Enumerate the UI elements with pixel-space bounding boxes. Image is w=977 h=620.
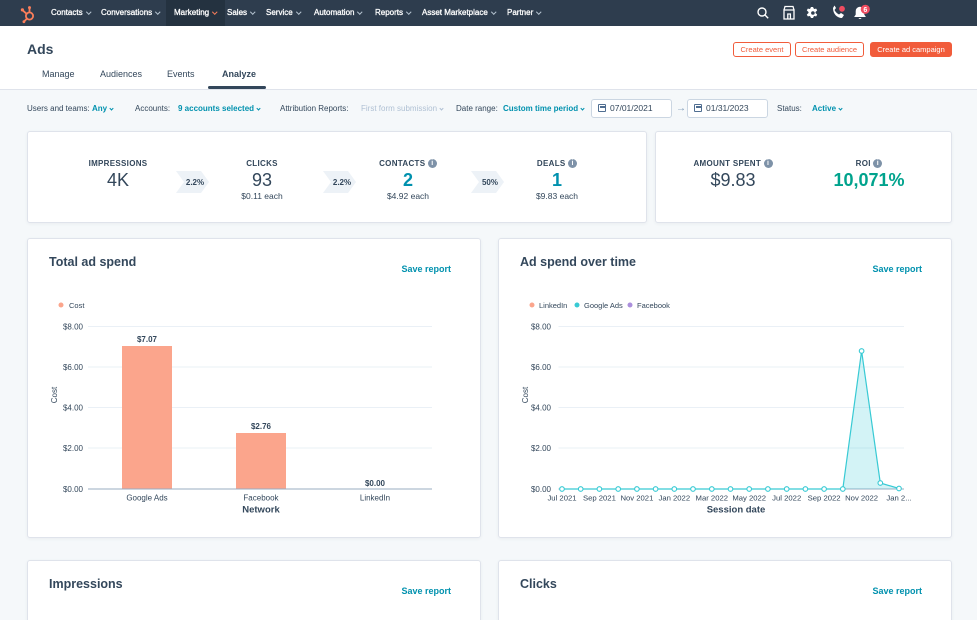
svg-text:$6.00: $6.00 [531, 363, 552, 372]
svg-text:LinkedIn: LinkedIn [539, 301, 567, 310]
svg-text:$2.00: $2.00 [531, 444, 552, 453]
svg-text:$8.00: $8.00 [531, 323, 552, 332]
svg-text:6: 6 [863, 7, 867, 14]
svg-text:$0.00: $0.00 [365, 479, 386, 488]
svg-text:Jul 2021: Jul 2021 [547, 494, 576, 503]
svg-text:Session date: Session date [707, 505, 766, 516]
svg-text:May 2022: May 2022 [732, 494, 766, 503]
svg-text:Cost: Cost [69, 301, 85, 310]
svg-text:Jan 2022: Jan 2022 [658, 494, 690, 503]
svg-text:$7.07: $7.07 [137, 335, 158, 344]
svg-text:Mar 2022: Mar 2022 [696, 494, 728, 503]
svg-text:$2.00: $2.00 [63, 444, 84, 453]
svg-text:$0.00: $0.00 [63, 485, 84, 494]
svg-text:LinkedIn: LinkedIn [360, 494, 390, 503]
svg-text:Google Ads: Google Ads [584, 301, 623, 310]
svg-text:$2.76: $2.76 [251, 422, 272, 431]
svg-text:Jan 2...: Jan 2... [886, 494, 911, 503]
svg-text:$4.00: $4.00 [63, 404, 84, 413]
svg-text:Cost: Cost [521, 386, 530, 403]
svg-text:Facebook: Facebook [243, 494, 279, 503]
svg-text:$6.00: $6.00 [63, 363, 84, 372]
svg-text:Sep 2021: Sep 2021 [583, 494, 616, 503]
svg-text:$4.00: $4.00 [531, 404, 552, 413]
svg-text:Jul 2022: Jul 2022 [772, 494, 801, 503]
svg-text:Cost: Cost [50, 386, 59, 403]
svg-text:Sep 2022: Sep 2022 [808, 494, 841, 503]
svg-text:Network: Network [242, 505, 280, 516]
svg-text:$8.00: $8.00 [63, 323, 84, 332]
svg-text:Facebook: Facebook [637, 301, 670, 310]
svg-text:Google Ads: Google Ads [126, 494, 167, 503]
svg-text:Nov 2021: Nov 2021 [620, 494, 653, 503]
svg-text:Nov 2022: Nov 2022 [845, 494, 878, 503]
